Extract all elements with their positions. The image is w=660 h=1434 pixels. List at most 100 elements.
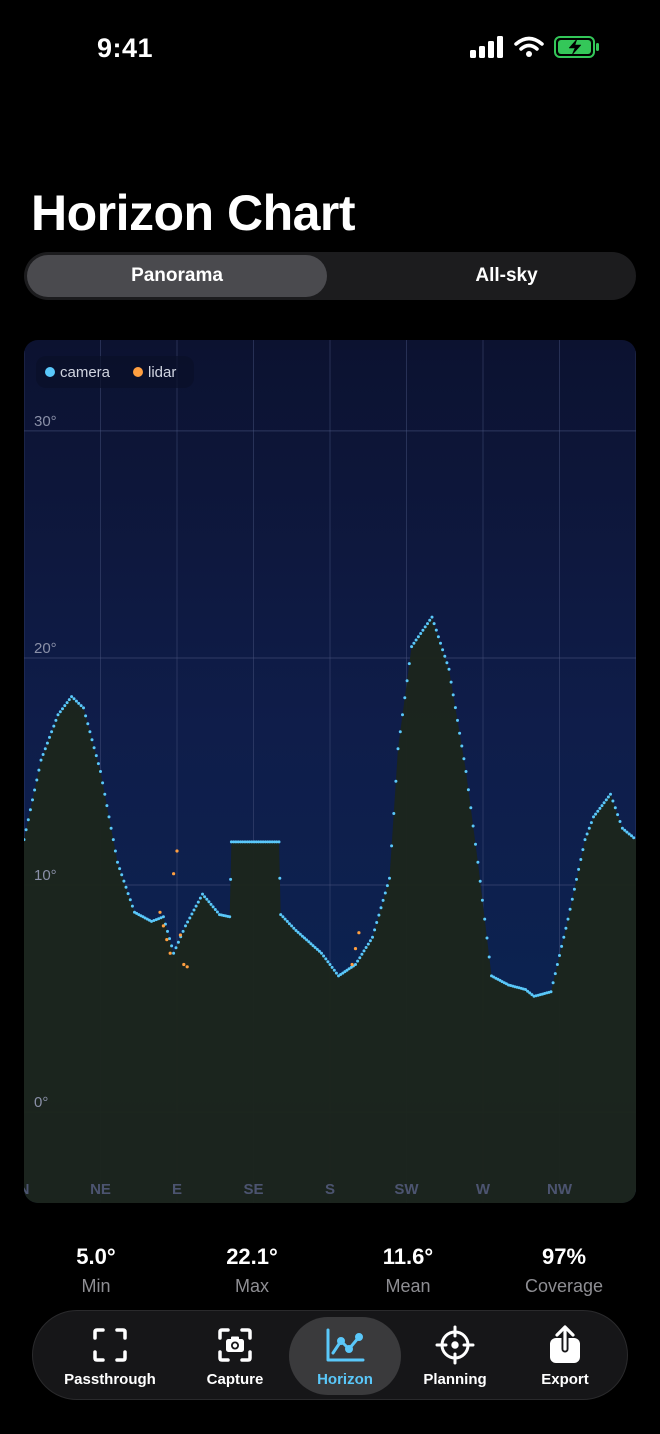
camera-point	[43, 747, 47, 751]
camera-point	[405, 679, 409, 683]
camera-point	[105, 804, 109, 808]
tab-capture[interactable]: Capture	[181, 1311, 289, 1401]
camera-point	[360, 952, 364, 956]
lidar-point	[353, 947, 358, 951]
camera-point	[589, 821, 593, 825]
lidar-point	[161, 924, 165, 928]
viewfinder-icon	[90, 1325, 130, 1365]
camera-point	[181, 929, 185, 933]
camera-point	[322, 954, 326, 958]
camera-point	[439, 641, 442, 645]
camera-point	[174, 946, 178, 950]
camera-point	[426, 622, 429, 626]
tab-export[interactable]: Export	[513, 1311, 617, 1401]
x-tick-label: NW	[547, 1181, 573, 1198]
camera-point	[328, 963, 332, 966]
lidar-point	[185, 965, 189, 969]
camera-point	[109, 826, 113, 830]
camera-point	[587, 826, 591, 830]
camera-point	[616, 813, 620, 817]
camera-point	[549, 990, 553, 994]
horizon-chart[interactable]: 30° 20° 10° 0° N NE E SE S SW W NW camera lidar	[24, 340, 636, 1203]
chart-line-icon	[325, 1325, 365, 1365]
camera-point	[464, 770, 468, 773]
x-tick-label: N	[24, 1181, 29, 1198]
camera-point	[190, 912, 194, 916]
camera-point	[37, 768, 41, 772]
camera-point	[79, 704, 83, 708]
cellular-signal-icon	[470, 36, 503, 58]
camera-point	[419, 632, 423, 635]
camera-point	[581, 848, 585, 852]
tab-planning[interactable]: Planning	[403, 1311, 507, 1401]
camera-point	[594, 812, 598, 816]
camera-point	[458, 731, 462, 735]
camera-point	[320, 951, 323, 955]
stat-coverage-value: 97%	[541, 1244, 587, 1269]
y-tick-label: 20°	[34, 640, 57, 657]
camera-point	[474, 842, 477, 846]
tab-horizon-label: Horizon	[317, 1370, 373, 1388]
camera-point	[436, 635, 440, 639]
camera-point	[366, 942, 370, 946]
camera-point	[211, 905, 215, 909]
camera-point	[74, 699, 78, 703]
camera-point	[229, 877, 233, 881]
camera-point	[445, 661, 449, 665]
camera-point	[26, 818, 30, 822]
tab-horizon[interactable]: Horizon	[289, 1311, 401, 1401]
tab-passthrough[interactable]: Passthrough	[47, 1311, 173, 1401]
segment-all-sky[interactable]: All-sky	[354, 255, 659, 297]
tab-capture-label: Capture	[206, 1370, 264, 1388]
camera-point	[334, 971, 338, 975]
stat-mean-label: Mean	[385, 1276, 431, 1296]
camera-point	[77, 701, 81, 705]
camera-point	[330, 965, 334, 969]
camera-point	[414, 638, 418, 642]
camera-point	[118, 867, 122, 871]
status-time: 9:41	[97, 33, 154, 63]
camera-point	[124, 885, 128, 889]
camera-point	[48, 735, 51, 739]
camera-point	[447, 667, 451, 671]
camera-point	[285, 919, 289, 923]
camera-point	[41, 753, 45, 756]
camera-point	[407, 662, 411, 666]
x-tick-label: W	[476, 1181, 491, 1198]
stat-min-label: Min	[81, 1276, 111, 1296]
camera-point	[487, 955, 491, 959]
stat-max-value: 22.1°	[226, 1244, 278, 1269]
legend-lidar-label: lidar	[148, 364, 176, 381]
y-tick-label: 30°	[34, 413, 57, 430]
camera-point	[385, 884, 389, 888]
camera-point	[416, 635, 420, 639]
camera-point	[166, 929, 169, 933]
camera-point	[483, 917, 487, 921]
camera-point	[602, 801, 606, 805]
camera-point	[606, 795, 610, 799]
camera-point	[428, 618, 432, 622]
tab-passthrough-label: Passthrough	[64, 1370, 156, 1388]
camera-point	[113, 849, 117, 853]
camera-point	[466, 788, 470, 792]
camera-point	[287, 922, 291, 926]
camera-point	[562, 935, 566, 939]
camera-point	[290, 924, 294, 928]
camera-point	[122, 879, 126, 883]
camera-point	[326, 960, 330, 964]
segment-panorama[interactable]: Panorama	[27, 255, 327, 297]
camera-point	[198, 896, 202, 900]
camera-point	[161, 915, 165, 919]
camera-point	[570, 897, 574, 901]
legend-camera-swatch	[45, 367, 55, 377]
camera-point	[39, 758, 43, 762]
camera-point	[96, 762, 100, 766]
camera-point	[205, 897, 209, 901]
camera-point	[398, 730, 402, 734]
tab-planning-label: Planning	[423, 1370, 487, 1388]
camera-point	[577, 867, 581, 871]
camera-point	[600, 804, 604, 808]
camera-point	[215, 910, 219, 914]
battery-charging-icon	[554, 36, 599, 58]
camera-point	[209, 902, 213, 906]
